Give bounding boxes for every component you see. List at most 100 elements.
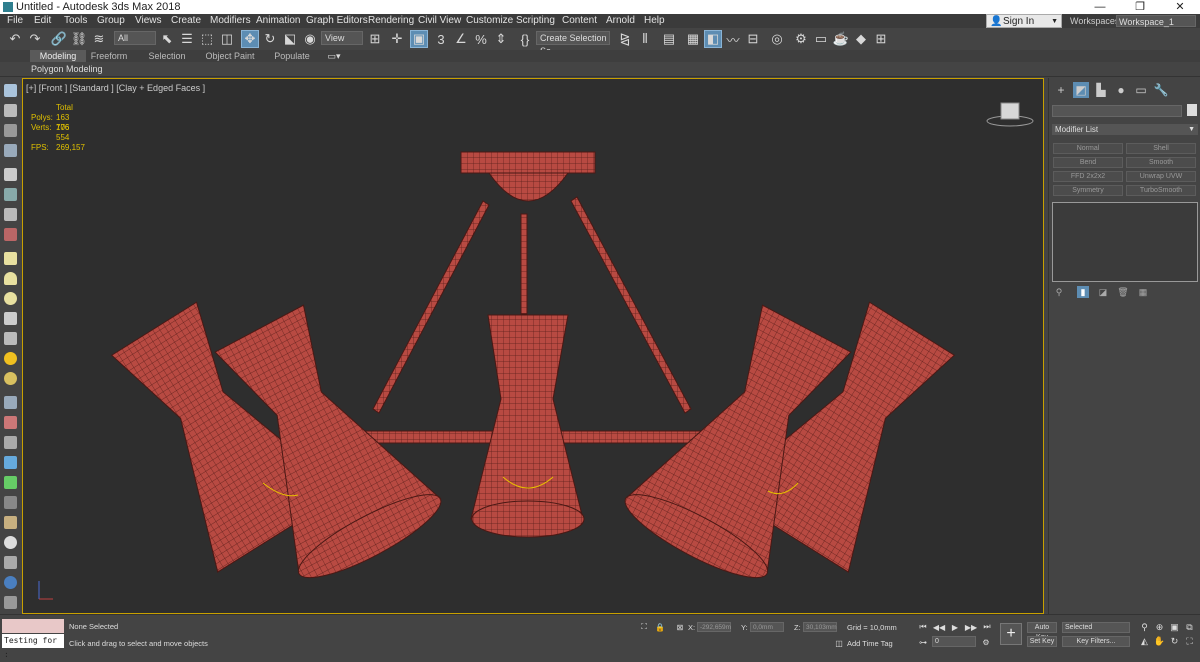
edit-named-selection-icon[interactable]: {} [516,30,534,48]
layer-explorer-icon[interactable]: ▦ [684,30,702,48]
set-key-button[interactable]: Set Key [1027,636,1057,647]
polygon-modeling-label[interactable]: Polygon Modeling [31,62,103,76]
y-coordinate-field[interactable]: 0,0mm [750,622,784,632]
time-tag-icon[interactable]: ◫ [833,637,845,649]
select-object-icon[interactable]: ⬉ [158,30,176,48]
sphere-primitive-icon[interactable] [4,292,17,305]
render-setup-icon[interactable]: ⚙ [792,30,810,48]
scene-explorer-side-icon[interactable] [4,104,17,117]
material-sphere-icon[interactable] [4,536,17,549]
close-button[interactable]: ✕ [1160,0,1200,14]
key-mode-toggle-icon[interactable]: ⊶ [917,636,929,648]
window-crossing-icon[interactable]: ◫ [218,30,236,48]
schematic-view-icon[interactable]: ⊟ [744,30,762,48]
motion-tab-icon[interactable]: ● [1113,82,1129,98]
keyboard-shortcut-override-icon[interactable]: ▣ [410,30,428,48]
menu-rendering[interactable]: Rendering [365,14,417,28]
set-keys-big-button[interactable]: + [1000,623,1022,645]
space-warp-icon[interactable] [4,228,17,241]
isolate-selection-icon[interactable]: ⛶ [638,621,650,633]
menu-tools[interactable]: Tools [61,14,90,28]
scene-explorer-icon[interactable]: ▤ [660,30,678,48]
current-frame-field[interactable]: 0 [932,636,976,647]
minimize-button[interactable]: — [1080,0,1120,14]
orbit-icon[interactable]: ↻ [1168,635,1181,647]
menu-views[interactable]: Views [132,14,165,28]
foliage-icon[interactable] [4,476,17,489]
light-bulb-icon[interactable] [4,168,17,181]
pivot-center-icon[interactable]: ⊞ [366,30,384,48]
sign-in-dropdown[interactable]: 👤 Sign In ▼ [986,14,1062,28]
spinner-snap-icon[interactable]: ⇕ [492,30,510,48]
modifier-ffd-button[interactable]: FFD 2x2x2 [1053,171,1123,182]
menu-civil-view[interactable]: Civil View [415,14,464,28]
show-end-result-icon[interactable]: ▮ [1077,286,1089,298]
sun-light-icon[interactable] [4,352,17,365]
render-iterative-icon[interactable]: ◆ [852,30,870,48]
cone-primitive-icon[interactable] [4,272,17,285]
named-selection-select[interactable]: Create Selection Se [536,31,610,56]
menu-animation[interactable]: Animation [253,14,303,28]
pin-stack-icon[interactable]: ⚲ [1053,286,1065,298]
x-coordinate-field[interactable]: -292,659m [697,622,731,632]
modifier-smooth-button[interactable]: Smooth [1126,157,1196,168]
ribbon-toggle-icon[interactable]: ◧ [704,30,722,48]
auto-key-button[interactable]: Auto Key [1027,622,1057,641]
menu-modifiers[interactable]: Modifiers [207,14,254,28]
select-manipulate-icon[interactable]: ✛ [388,30,406,48]
utilities-tab-icon[interactable]: 🔧 [1153,82,1169,98]
play-icon[interactable]: ▶ [949,621,961,633]
pan-icon[interactable]: ✋ [1153,635,1166,647]
modifier-stack[interactable] [1052,202,1198,282]
hair-icon[interactable] [4,516,17,529]
zoom-extents-all-icon[interactable]: ⧉ [1183,621,1196,633]
go-to-end-icon[interactable]: ⏭ [981,621,993,633]
zoom-extents-icon[interactable]: ▣ [1168,621,1181,633]
globe-icon[interactable] [4,456,17,469]
modifier-bend-button[interactable]: Bend [1053,157,1123,168]
teapot-icon[interactable] [4,372,17,385]
align-icon[interactable]: ⫴ [636,30,654,48]
time-config-icon[interactable]: ⚙ [980,636,992,648]
modifier-shell-button[interactable]: Shell [1126,143,1196,154]
previous-frame-icon[interactable]: ◀◀ [933,621,945,633]
menu-file[interactable]: File [4,14,26,28]
select-rotate-icon[interactable]: ↻ [261,30,279,48]
layers-side-icon[interactable] [4,124,17,137]
render-in-cloud-icon[interactable]: ⊞ [872,30,890,48]
pyramid-primitive-icon[interactable] [4,332,17,345]
key-mode-select[interactable]: Selected [1062,622,1130,633]
torus-primitive-icon[interactable] [4,312,17,325]
menu-arnold[interactable]: Arnold [603,14,638,28]
undo-icon[interactable]: ↶ [6,30,24,48]
tab-modeling[interactable]: Modeling [30,50,86,62]
zoom-icon[interactable]: ⚲ [1138,621,1151,633]
grid-side-icon[interactable] [4,144,17,157]
dummy-helper-icon[interactable] [4,208,17,221]
ribbon-options-icon[interactable]: ▭▾ [324,50,344,62]
modify-tab-icon[interactable]: ◩ [1073,82,1089,98]
create-tab-icon[interactable]: + [1053,82,1069,98]
viewport-layout-icon[interactable] [4,84,17,97]
snaps-toggle-icon[interactable]: 3 [432,30,450,48]
percent-snap-icon[interactable]: % [472,30,490,48]
remove-modifier-icon[interactable]: 🗑 [1117,286,1129,298]
chandelier-model[interactable] [23,79,1043,613]
absolute-mode-icon[interactable]: ⊠ [674,621,686,633]
field-of-view-icon[interactable]: ◭ [1138,635,1151,647]
mirror-icon[interactable]: ⧎ [616,30,634,48]
menu-edit[interactable]: Edit [31,14,54,28]
select-by-name-icon[interactable]: ☰ [178,30,196,48]
tab-populate[interactable]: Populate [268,50,316,62]
bones-icon[interactable] [4,416,17,429]
workspace-select[interactable]: Workspace_1 [1116,15,1196,27]
particles-icon[interactable] [4,396,17,409]
menu-create[interactable]: Create [168,14,204,28]
menu-group[interactable]: Group [94,14,128,28]
modifier-turbosmooth-button[interactable]: TurboSmooth [1126,185,1196,196]
tab-freeform[interactable]: Freeform [86,50,132,62]
add-time-tag-button[interactable]: Add Time Tag [847,639,893,648]
maxscript-output[interactable]: Testing for : [2,634,64,659]
tab-object-paint[interactable]: Object Paint [202,50,258,62]
box-primitive-icon[interactable] [4,252,17,265]
